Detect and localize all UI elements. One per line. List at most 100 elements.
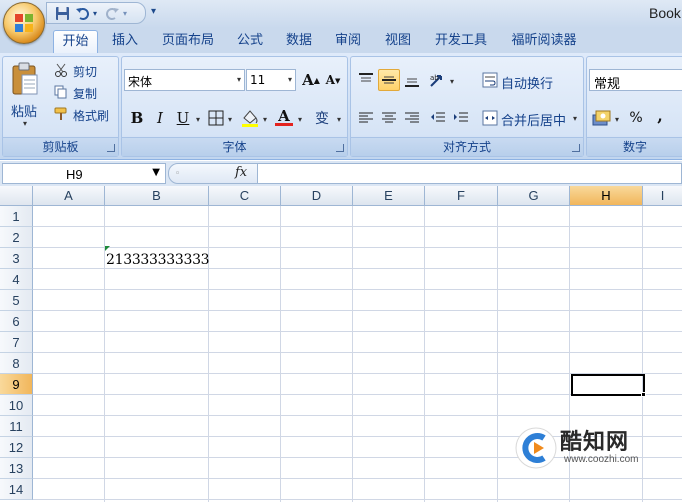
row-header-8[interactable]: 8 — [0, 353, 33, 374]
decrease-indent-icon[interactable] — [427, 107, 449, 129]
borders-icon[interactable] — [207, 109, 225, 127]
fill-color-dropdown-icon[interactable]: ▾ — [263, 115, 267, 124]
orientation-dropdown-icon[interactable]: ▾ — [450, 77, 454, 86]
row-header-7[interactable]: 7 — [0, 332, 33, 353]
align-top-icon[interactable] — [355, 69, 377, 91]
fill-handle[interactable] — [641, 392, 646, 397]
row-header-1[interactable]: 1 — [0, 206, 33, 227]
paste-dropdown-icon[interactable]: ▾ — [23, 119, 27, 128]
save-icon[interactable] — [53, 4, 71, 22]
merge-center-dropdown-icon[interactable]: ▾ — [573, 114, 577, 123]
office-button[interactable] — [3, 2, 45, 44]
bold-button[interactable]: B — [126, 107, 148, 129]
row-header-9[interactable]: 9 — [0, 374, 33, 395]
shrink-font-button[interactable]: A ▼ — [322, 69, 344, 91]
redo-icon[interactable] — [103, 4, 121, 22]
phonetic-dropdown-icon[interactable]: ▾ — [337, 115, 341, 124]
formula-input[interactable] — [258, 163, 682, 184]
cell-b3[interactable]: 213333333333 — [106, 247, 210, 268]
wrap-text-button-label[interactable]: 自动换行 — [501, 73, 553, 92]
row-header-3[interactable]: 3 — [0, 248, 33, 269]
row-header-11[interactable]: 11 — [0, 416, 33, 437]
column-header-f[interactable]: F — [425, 186, 498, 206]
percent-button[interactable]: % — [625, 107, 647, 129]
row-header-4[interactable]: 4 — [0, 269, 33, 290]
active-cell-h9[interactable] — [571, 374, 645, 396]
column-header-i[interactable]: I — [643, 186, 682, 206]
wrap-text-icon[interactable] — [481, 71, 499, 89]
font-size-select[interactable]: 11 ▾ — [246, 69, 296, 91]
redo-dropdown-icon[interactable]: ▾ — [123, 9, 131, 18]
alignment-dialog-launcher-icon[interactable] — [572, 144, 580, 152]
undo-dropdown-icon[interactable]: ▾ — [93, 9, 101, 18]
tab-page-layout[interactable]: 页面布局 — [152, 30, 224, 53]
formula-bar-resize-icon[interactable]: ◦ — [175, 169, 180, 179]
align-right-icon[interactable] — [401, 107, 423, 129]
comma-style-button[interactable]: , — [649, 104, 671, 126]
align-middle-icon[interactable] — [378, 69, 400, 91]
increase-indent-icon[interactable] — [450, 107, 472, 129]
font-name-dropdown-icon[interactable]: ▾ — [237, 75, 241, 84]
align-bottom-icon[interactable] — [401, 69, 423, 91]
tab-developer[interactable]: 开发工具 — [425, 30, 497, 53]
font-dialog-launcher-icon[interactable] — [336, 144, 344, 152]
fill-color-icon[interactable] — [239, 107, 261, 129]
column-header-b[interactable]: B — [105, 186, 209, 206]
clipboard-dialog-launcher-icon[interactable] — [107, 144, 115, 152]
align-left-icon[interactable] — [355, 107, 377, 129]
font-color-button[interactable]: A — [273, 106, 295, 128]
column-header-e[interactable]: E — [353, 186, 425, 206]
column-header-h[interactable]: H — [570, 186, 643, 206]
number-format-select[interactable]: 常规 — [589, 69, 682, 92]
font-size-dropdown-icon[interactable]: ▾ — [288, 75, 292, 84]
name-box[interactable]: H9 ▼ — [2, 163, 166, 184]
row-header-12[interactable]: 12 — [0, 437, 33, 458]
row-header-14[interactable]: 14 — [0, 479, 33, 500]
column-header-g[interactable]: G — [498, 186, 570, 206]
undo-icon[interactable] — [73, 4, 91, 22]
tab-insert[interactable]: 插入 — [103, 30, 147, 53]
tab-home[interactable]: 开始 — [53, 30, 98, 53]
customize-qat-icon[interactable]: ▾ — [151, 6, 156, 17]
row-header-6[interactable]: 6 — [0, 311, 33, 332]
merge-center-icon[interactable] — [481, 109, 499, 127]
name-box-dropdown-icon[interactable]: ▼ — [152, 167, 160, 178]
accounting-dropdown-icon[interactable]: ▾ — [615, 115, 619, 124]
spreadsheet-grid[interactable]: ABCDEFGHI 1 2 3 4 5 6 7 8 9 10 11 12 13 14 2133333333… — [0, 186, 682, 502]
format-painter-icon[interactable] — [53, 106, 69, 122]
tab-view[interactable]: 视图 — [376, 30, 420, 53]
font-color-dropdown-icon[interactable]: ▾ — [298, 115, 302, 124]
column-header-c[interactable]: C — [209, 186, 281, 206]
grow-font-button[interactable]: A ▲ — [300, 69, 322, 91]
row-header-13[interactable]: 13 — [0, 458, 33, 479]
row-header-5[interactable]: 5 — [0, 290, 33, 311]
tab-data[interactable]: 数据 — [277, 30, 321, 53]
underline-button[interactable]: U — [172, 107, 194, 129]
copy-icon[interactable] — [53, 84, 69, 100]
accounting-format-icon[interactable] — [591, 107, 613, 129]
row-header-2[interactable]: 2 — [0, 227, 33, 248]
format-painter-button-label[interactable]: 格式刷 — [73, 107, 109, 124]
phonetic-guide-button[interactable]: 变 — [311, 107, 333, 129]
borders-dropdown-icon[interactable]: ▾ — [228, 115, 232, 124]
font-name-select[interactable]: 宋体 ▾ — [124, 69, 245, 91]
paste-button-label[interactable]: 粘贴 — [11, 101, 37, 120]
cut-button-label[interactable]: 剪切 — [73, 63, 97, 80]
cut-icon[interactable] — [53, 62, 69, 78]
paste-icon[interactable] — [9, 60, 41, 98]
italic-button[interactable]: I — [149, 107, 171, 129]
align-center-icon[interactable] — [378, 107, 400, 129]
row-header-10[interactable]: 10 — [0, 395, 33, 416]
tab-review[interactable]: 审阅 — [326, 30, 370, 53]
merge-center-button-label[interactable]: 合并后居中 — [501, 110, 566, 129]
copy-button-label[interactable]: 复制 — [73, 85, 97, 102]
number-group-label: 数字 — [587, 137, 682, 156]
tab-foxit-reader[interactable]: 福昕阅读器 — [501, 30, 587, 53]
column-header-d[interactable]: D — [281, 186, 353, 206]
insert-function-icon[interactable]: fx — [235, 165, 247, 180]
orientation-icon[interactable]: ab — [427, 69, 449, 91]
column-header-a[interactable]: A — [33, 186, 105, 206]
underline-dropdown-icon[interactable]: ▾ — [196, 115, 200, 124]
select-all-button[interactable] — [0, 186, 33, 206]
tab-formulas[interactable]: 公式 — [228, 30, 272, 53]
